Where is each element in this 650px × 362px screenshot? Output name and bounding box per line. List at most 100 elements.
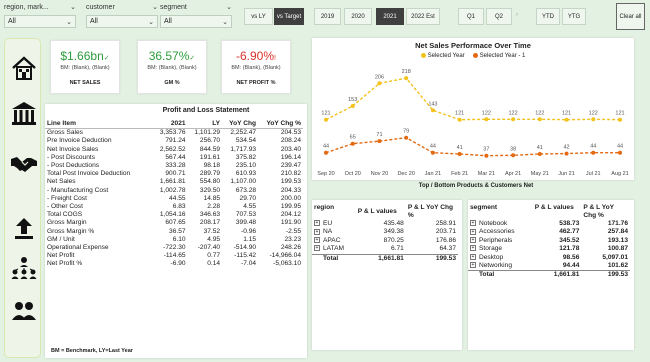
- table-row[interactable]: Operational Expense -722.30 -207.40 -514.90…: [45, 244, 303, 252]
- expand-plus-icon[interactable]: +: [314, 228, 320, 235]
- segment-col-values[interactable]: P & L values: [533, 204, 582, 220]
- region-col-values[interactable]: P & L values: [356, 204, 406, 220]
- ytg-button[interactable]: YTG: [562, 8, 586, 25]
- chevron-down-icon[interactable]: ⌄: [148, 18, 154, 26]
- chevron-down-icon[interactable]: ⌄: [222, 18, 228, 26]
- kpi-gm-card[interactable]: 36.57%✓ BM: (Blank), (Blank) GM %: [137, 40, 207, 94]
- data-point[interactable]: [350, 104, 355, 108]
- expand-plus-icon[interactable]: +: [314, 245, 320, 252]
- pl-col-yoy-chg-pct[interactable]: YoY Chg %: [258, 120, 303, 129]
- data-point[interactable]: [537, 152, 542, 156]
- data-point[interactable]: [350, 141, 355, 146]
- chevron-down-icon[interactable]: ⌄: [226, 3, 232, 11]
- data-point[interactable]: [324, 117, 328, 122]
- data-point[interactable]: [564, 117, 569, 122]
- team-icon[interactable]: [10, 297, 38, 325]
- chevron-down-icon[interactable]: ⌄: [66, 18, 72, 26]
- table-row[interactable]: Net Profit % -6.90 0.14 -7.04 -5,063.10: [45, 260, 303, 268]
- ytd-button[interactable]: YTD: [536, 8, 560, 25]
- table-row[interactable]: + Accessories 462.77 257.84: [468, 228, 630, 236]
- table-row[interactable]: Net Sales 1,661.81 554.80 1,107.00 199.53: [45, 178, 303, 186]
- legend-item-selected-year[interactable]: Selected Year: [420, 53, 465, 59]
- data-point[interactable]: [591, 150, 596, 155]
- data-point[interactable]: [457, 152, 462, 156]
- table-row[interactable]: GM / Unit 6.10 4.95 1.15 23.23: [45, 236, 303, 244]
- table-row[interactable]: - Post Discounts 567.44 191.61 375.82 196.14: [45, 154, 303, 162]
- pl-col-line-item[interactable]: Line Item: [45, 120, 153, 129]
- pl-col-yoy-chg[interactable]: YoY Chg: [222, 120, 258, 129]
- home-icon[interactable]: [10, 54, 38, 82]
- table-row[interactable]: Net Invoice Sales 2,562.52 844.59 1,717.93 2…: [45, 146, 303, 154]
- network-people-icon[interactable]: [10, 254, 38, 282]
- year-2020-button[interactable]: 2020: [344, 8, 372, 25]
- table-row[interactable]: Pre Invoice Deduction 791.24 256.70 534.54 2…: [45, 137, 303, 145]
- region-col-yoy[interactable]: P & L YoY Chg %: [406, 204, 458, 220]
- expand-plus-icon[interactable]: +: [314, 237, 320, 244]
- chevron-down-icon[interactable]: ⌄: [152, 3, 158, 11]
- segment-slicer[interactable]: segment ⌄ All ⌄: [160, 2, 232, 28]
- clear-all-button[interactable]: Clear all: [616, 3, 645, 30]
- table-row[interactable]: Gross Sales 3,353.76 1,101.29 2,252.47 204.5…: [45, 129, 303, 138]
- customer-slicer[interactable]: customer ⌄ All ⌄: [86, 2, 158, 28]
- data-point[interactable]: [404, 76, 409, 81]
- expand-plus-icon[interactable]: +: [470, 253, 476, 260]
- upload-icon[interactable]: [10, 214, 38, 242]
- table-row[interactable]: + Peripherals 345.52 193.13: [468, 237, 630, 245]
- data-point[interactable]: [484, 117, 489, 122]
- data-point[interactable]: [618, 117, 622, 122]
- ellipsis-icon[interactable]: ›: [516, 12, 518, 18]
- data-point[interactable]: [377, 81, 382, 86]
- data-point[interactable]: [537, 117, 542, 122]
- expand-plus-icon[interactable]: +: [470, 228, 476, 235]
- data-point[interactable]: [591, 117, 596, 122]
- data-point[interactable]: [377, 139, 382, 144]
- year-2019-button[interactable]: 2019: [314, 8, 341, 25]
- legend-item-selected-year-1[interactable]: Selected Year - 1: [472, 53, 525, 59]
- segment-col-yoy[interactable]: P & L YoY Chg %: [581, 204, 630, 220]
- table-row[interactable]: Gross Margin 607.65 208.17 399.48 191.90: [45, 219, 303, 227]
- expand-plus-icon[interactable]: +: [470, 237, 476, 244]
- expand-plus-icon[interactable]: +: [470, 245, 476, 252]
- kpi-net-sales-card[interactable]: $1.66bn✓ BM: (Blank), (Blank) NET SALES: [50, 40, 120, 94]
- data-point[interactable]: [430, 108, 435, 113]
- data-point[interactable]: [511, 117, 516, 122]
- data-point[interactable]: [511, 153, 516, 158]
- handshake-icon[interactable]: [10, 149, 38, 177]
- chevron-down-icon[interactable]: ⌄: [70, 3, 76, 11]
- table-row[interactable]: + LATAM 6.71 64.37: [312, 245, 458, 254]
- table-row[interactable]: Total COGS 1,054.16 346.63 707.53 204.12: [45, 211, 303, 219]
- pl-col-ly[interactable]: LY: [188, 120, 223, 129]
- table-row[interactable]: - Other Cost 6.83 2.28 4.55 199.95: [45, 203, 303, 211]
- data-point[interactable]: [430, 150, 435, 155]
- data-point[interactable]: [564, 151, 569, 156]
- year-2022-est-button[interactable]: 2022 Est: [406, 8, 440, 25]
- data-point[interactable]: [324, 150, 328, 155]
- table-row[interactable]: + Storage 121.78 100.87: [468, 245, 630, 253]
- table-row[interactable]: Gross Margin % 36.57 37.52 -0.96 -2.55: [45, 228, 303, 236]
- table-row[interactable]: + APAC 870.25 176.86: [312, 237, 458, 245]
- q1-button[interactable]: Q1: [458, 8, 484, 25]
- table-row[interactable]: - Manufacturing Cost 1,002.78 329.50 673.28…: [45, 187, 303, 195]
- table-row[interactable]: + Notebook 538.73 171.76: [468, 220, 630, 228]
- q2-button[interactable]: Q2: [486, 8, 512, 25]
- bank-icon[interactable]: [10, 99, 38, 127]
- data-point[interactable]: [457, 117, 462, 122]
- data-point[interactable]: [618, 150, 622, 155]
- table-row[interactable]: - Freight Cost 44.55 14.85 29.70 200.00: [45, 195, 303, 203]
- expand-plus-icon[interactable]: +: [314, 220, 320, 227]
- table-row[interactable]: - Post Deductions 333.28 98.18 235.10 239.47: [45, 162, 303, 170]
- table-row[interactable]: + NA 349.38 203.71: [312, 228, 458, 236]
- expand-plus-icon[interactable]: +: [470, 262, 476, 269]
- expand-plus-icon[interactable]: +: [470, 220, 476, 227]
- region-slicer[interactable]: region, mark... ⌄ All ⌄: [4, 2, 76, 28]
- table-row[interactable]: + EU 435.48 258.91: [312, 220, 458, 228]
- vs-ly-button[interactable]: vs LY: [244, 8, 273, 25]
- data-point[interactable]: [404, 135, 409, 140]
- table-row[interactable]: + Networking 94.44 101.62: [468, 262, 630, 271]
- kpi-net-profit-card[interactable]: -6.90%! BM: (Blank), (Blank) NET PROFIT …: [221, 40, 291, 94]
- table-row[interactable]: Total Post Invoice Deduction 900.71 289.79…: [45, 170, 303, 178]
- segment-col-segment[interactable]: segment: [468, 204, 533, 220]
- table-row[interactable]: + Desktop 98.56 5,097.01: [468, 254, 630, 262]
- table-row[interactable]: Net Profit -114.65 0.77 -115.42 -14,966.04: [45, 252, 303, 260]
- vs-target-button[interactable]: vs Target: [274, 8, 304, 25]
